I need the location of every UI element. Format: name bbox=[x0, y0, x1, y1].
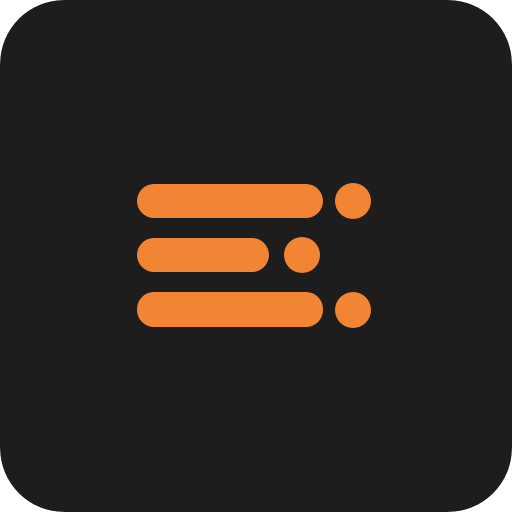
list-menu-icon bbox=[0, 0, 512, 512]
list-row-1-dot bbox=[335, 183, 371, 219]
list-row-2-bar bbox=[137, 238, 269, 272]
list-row-2-dot bbox=[284, 237, 320, 273]
app-icon-tile bbox=[0, 0, 512, 512]
list-row-3-dot bbox=[335, 292, 371, 328]
list-row-1-bar bbox=[137, 184, 323, 218]
list-row-3-bar bbox=[137, 292, 323, 327]
